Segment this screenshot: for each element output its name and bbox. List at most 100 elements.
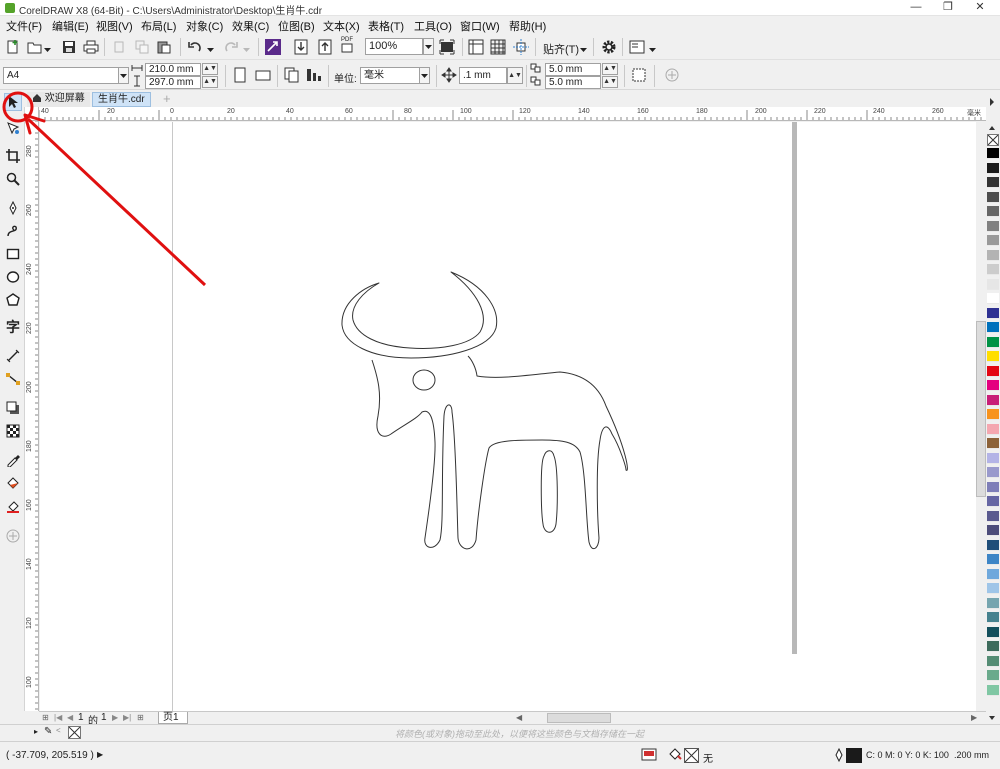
landscape-orientation-icon[interactable] bbox=[254, 66, 272, 84]
palette-swatch[interactable] bbox=[987, 597, 999, 609]
menu-layout[interactable]: 布局(L) bbox=[141, 18, 176, 34]
publish-pdf-icon[interactable]: PDF bbox=[338, 36, 356, 54]
options-gear-icon[interactable] bbox=[600, 38, 618, 56]
palette-swatch[interactable] bbox=[987, 626, 999, 638]
close-window-button[interactable]: ✕ bbox=[966, 0, 994, 16]
palette-swatch[interactable] bbox=[987, 394, 999, 406]
launcher-dropdown-icon[interactable] bbox=[649, 44, 659, 54]
palette-swatch[interactable] bbox=[987, 351, 999, 362]
palette-swatch[interactable] bbox=[987, 249, 999, 261]
application-launcher-icon[interactable] bbox=[628, 38, 646, 56]
print-icon[interactable] bbox=[82, 38, 100, 56]
duplicate-y-spinner[interactable]: ▲▼ bbox=[602, 76, 618, 88]
paper-size-select[interactable]: A4 bbox=[3, 67, 119, 84]
units-dropdown-icon[interactable] bbox=[419, 67, 430, 84]
add-tool-icon[interactable] bbox=[4, 527, 22, 545]
last-page-icon[interactable]: ▶| bbox=[123, 713, 131, 722]
menu-file[interactable]: 文件(F) bbox=[6, 18, 42, 34]
page-width-field[interactable]: 210.0 mm bbox=[145, 63, 201, 76]
eyedropper-tool-icon[interactable] bbox=[4, 451, 22, 469]
scroll-left-icon[interactable]: ◀ bbox=[516, 713, 522, 722]
menu-help[interactable]: 帮助(H) bbox=[509, 18, 546, 34]
menu-table[interactable]: 表格(T) bbox=[368, 18, 404, 34]
current-page-icon[interactable] bbox=[305, 66, 323, 84]
palette-swatch[interactable] bbox=[987, 510, 999, 522]
palette-swatch[interactable] bbox=[987, 554, 999, 565]
palette-swatch[interactable] bbox=[987, 293, 999, 304]
palette-swatch[interactable] bbox=[987, 539, 999, 551]
palette-scroll-down-icon[interactable] bbox=[988, 712, 998, 722]
menu-window[interactable]: 窗口(W) bbox=[460, 18, 500, 34]
full-screen-preview-icon[interactable] bbox=[438, 38, 456, 56]
search-content-icon[interactable] bbox=[264, 38, 282, 56]
menu-edit[interactable]: 编辑(E) bbox=[52, 18, 89, 34]
palette-swatch[interactable] bbox=[987, 278, 999, 290]
palette-swatch[interactable] bbox=[987, 568, 999, 580]
palette-swatch[interactable] bbox=[987, 206, 999, 217]
page-width-spinner[interactable]: ▲▼ bbox=[202, 63, 218, 75]
next-page-icon[interactable]: ▶ bbox=[112, 713, 118, 722]
palette-swatch[interactable] bbox=[987, 467, 999, 478]
palette-swatch[interactable] bbox=[987, 583, 999, 594]
redo-icon[interactable] bbox=[222, 38, 240, 56]
undo-dropdown-icon[interactable] bbox=[207, 44, 217, 54]
zoom-dropdown-icon[interactable] bbox=[423, 38, 434, 55]
show-rulers-icon[interactable] bbox=[467, 38, 485, 56]
paper-size-dropdown-icon[interactable] bbox=[118, 67, 129, 84]
text-tool-icon[interactable]: 字 bbox=[4, 318, 22, 336]
no-color-swatch[interactable] bbox=[987, 134, 999, 146]
paste-icon[interactable] bbox=[155, 38, 173, 56]
menu-effects[interactable]: 效果(C) bbox=[232, 18, 269, 34]
connector-tool-icon[interactable] bbox=[4, 370, 22, 388]
palette-swatch[interactable] bbox=[987, 496, 999, 507]
palette-swatch[interactable] bbox=[987, 481, 999, 493]
palette-swatch[interactable] bbox=[987, 177, 999, 188]
menu-bitmaps[interactable]: 位图(B) bbox=[278, 18, 315, 34]
show-guidelines-icon[interactable] bbox=[512, 38, 530, 56]
menu-object[interactable]: 对象(C) bbox=[186, 18, 223, 34]
snap-dropdown-icon[interactable] bbox=[580, 44, 590, 54]
parallel-dimension-tool-icon[interactable] bbox=[4, 347, 22, 365]
first-page-icon[interactable]: |◀ bbox=[54, 713, 62, 722]
palette-swatch[interactable] bbox=[987, 148, 999, 159]
zoom-level-field[interactable]: 100% bbox=[365, 38, 423, 55]
all-pages-icon[interactable] bbox=[283, 66, 301, 84]
palette-scroll-up-icon[interactable] bbox=[988, 122, 998, 132]
palette-swatch[interactable] bbox=[987, 307, 999, 319]
doc-palette-no-color-swatch[interactable] bbox=[68, 726, 81, 739]
menu-text[interactable]: 文本(X) bbox=[323, 18, 360, 34]
nudge-distance-field[interactable]: .1 mm bbox=[459, 67, 507, 84]
vertical-scroll-thumb[interactable] bbox=[976, 321, 986, 497]
snap-to-label[interactable]: 贴齐(T) bbox=[543, 41, 579, 57]
add-page-after-icon[interactable]: ⊞ bbox=[137, 713, 144, 722]
palette-swatch[interactable] bbox=[987, 452, 999, 464]
palette-swatch[interactable] bbox=[987, 322, 999, 333]
color-proof-icon[interactable] bbox=[641, 747, 657, 763]
palette-swatch[interactable] bbox=[987, 525, 999, 536]
palette-swatch[interactable] bbox=[987, 655, 999, 667]
palette-swatch[interactable] bbox=[987, 264, 999, 275]
docker-expand-icon[interactable] bbox=[988, 97, 998, 107]
duplicate-distance-y-field[interactable]: 5.0 mm bbox=[545, 76, 601, 89]
doc-palette-eyedropper-icon[interactable]: ✎ bbox=[44, 726, 52, 737]
outline-color-swatch[interactable] bbox=[846, 748, 862, 763]
palette-swatch[interactable] bbox=[987, 670, 999, 681]
minimize-button[interactable]: — bbox=[902, 0, 930, 16]
scroll-right-icon[interactable]: ▶ bbox=[971, 713, 977, 722]
transparency-tool-icon[interactable] bbox=[4, 422, 22, 440]
export-icon[interactable] bbox=[316, 38, 334, 56]
palette-swatch[interactable] bbox=[987, 423, 999, 435]
palette-swatch[interactable] bbox=[987, 191, 999, 203]
nudge-spinner[interactable]: ▲▼ bbox=[507, 67, 523, 84]
restore-button[interactable]: ❐ bbox=[934, 0, 962, 16]
palette-swatch[interactable] bbox=[987, 162, 999, 174]
fill-none-swatch[interactable] bbox=[684, 748, 699, 763]
interactive-fill-tool-icon[interactable] bbox=[4, 474, 22, 492]
palette-swatch[interactable] bbox=[987, 235, 999, 246]
palette-swatch[interactable] bbox=[987, 365, 999, 377]
portrait-orientation-icon[interactable] bbox=[231, 66, 249, 84]
drop-shadow-tool-icon[interactable] bbox=[4, 399, 22, 417]
duplicate-distance-x-field[interactable]: 5.0 mm bbox=[545, 63, 601, 76]
units-select[interactable]: 毫米 bbox=[360, 67, 420, 84]
status-expand-icon[interactable]: ▶ bbox=[97, 750, 103, 759]
